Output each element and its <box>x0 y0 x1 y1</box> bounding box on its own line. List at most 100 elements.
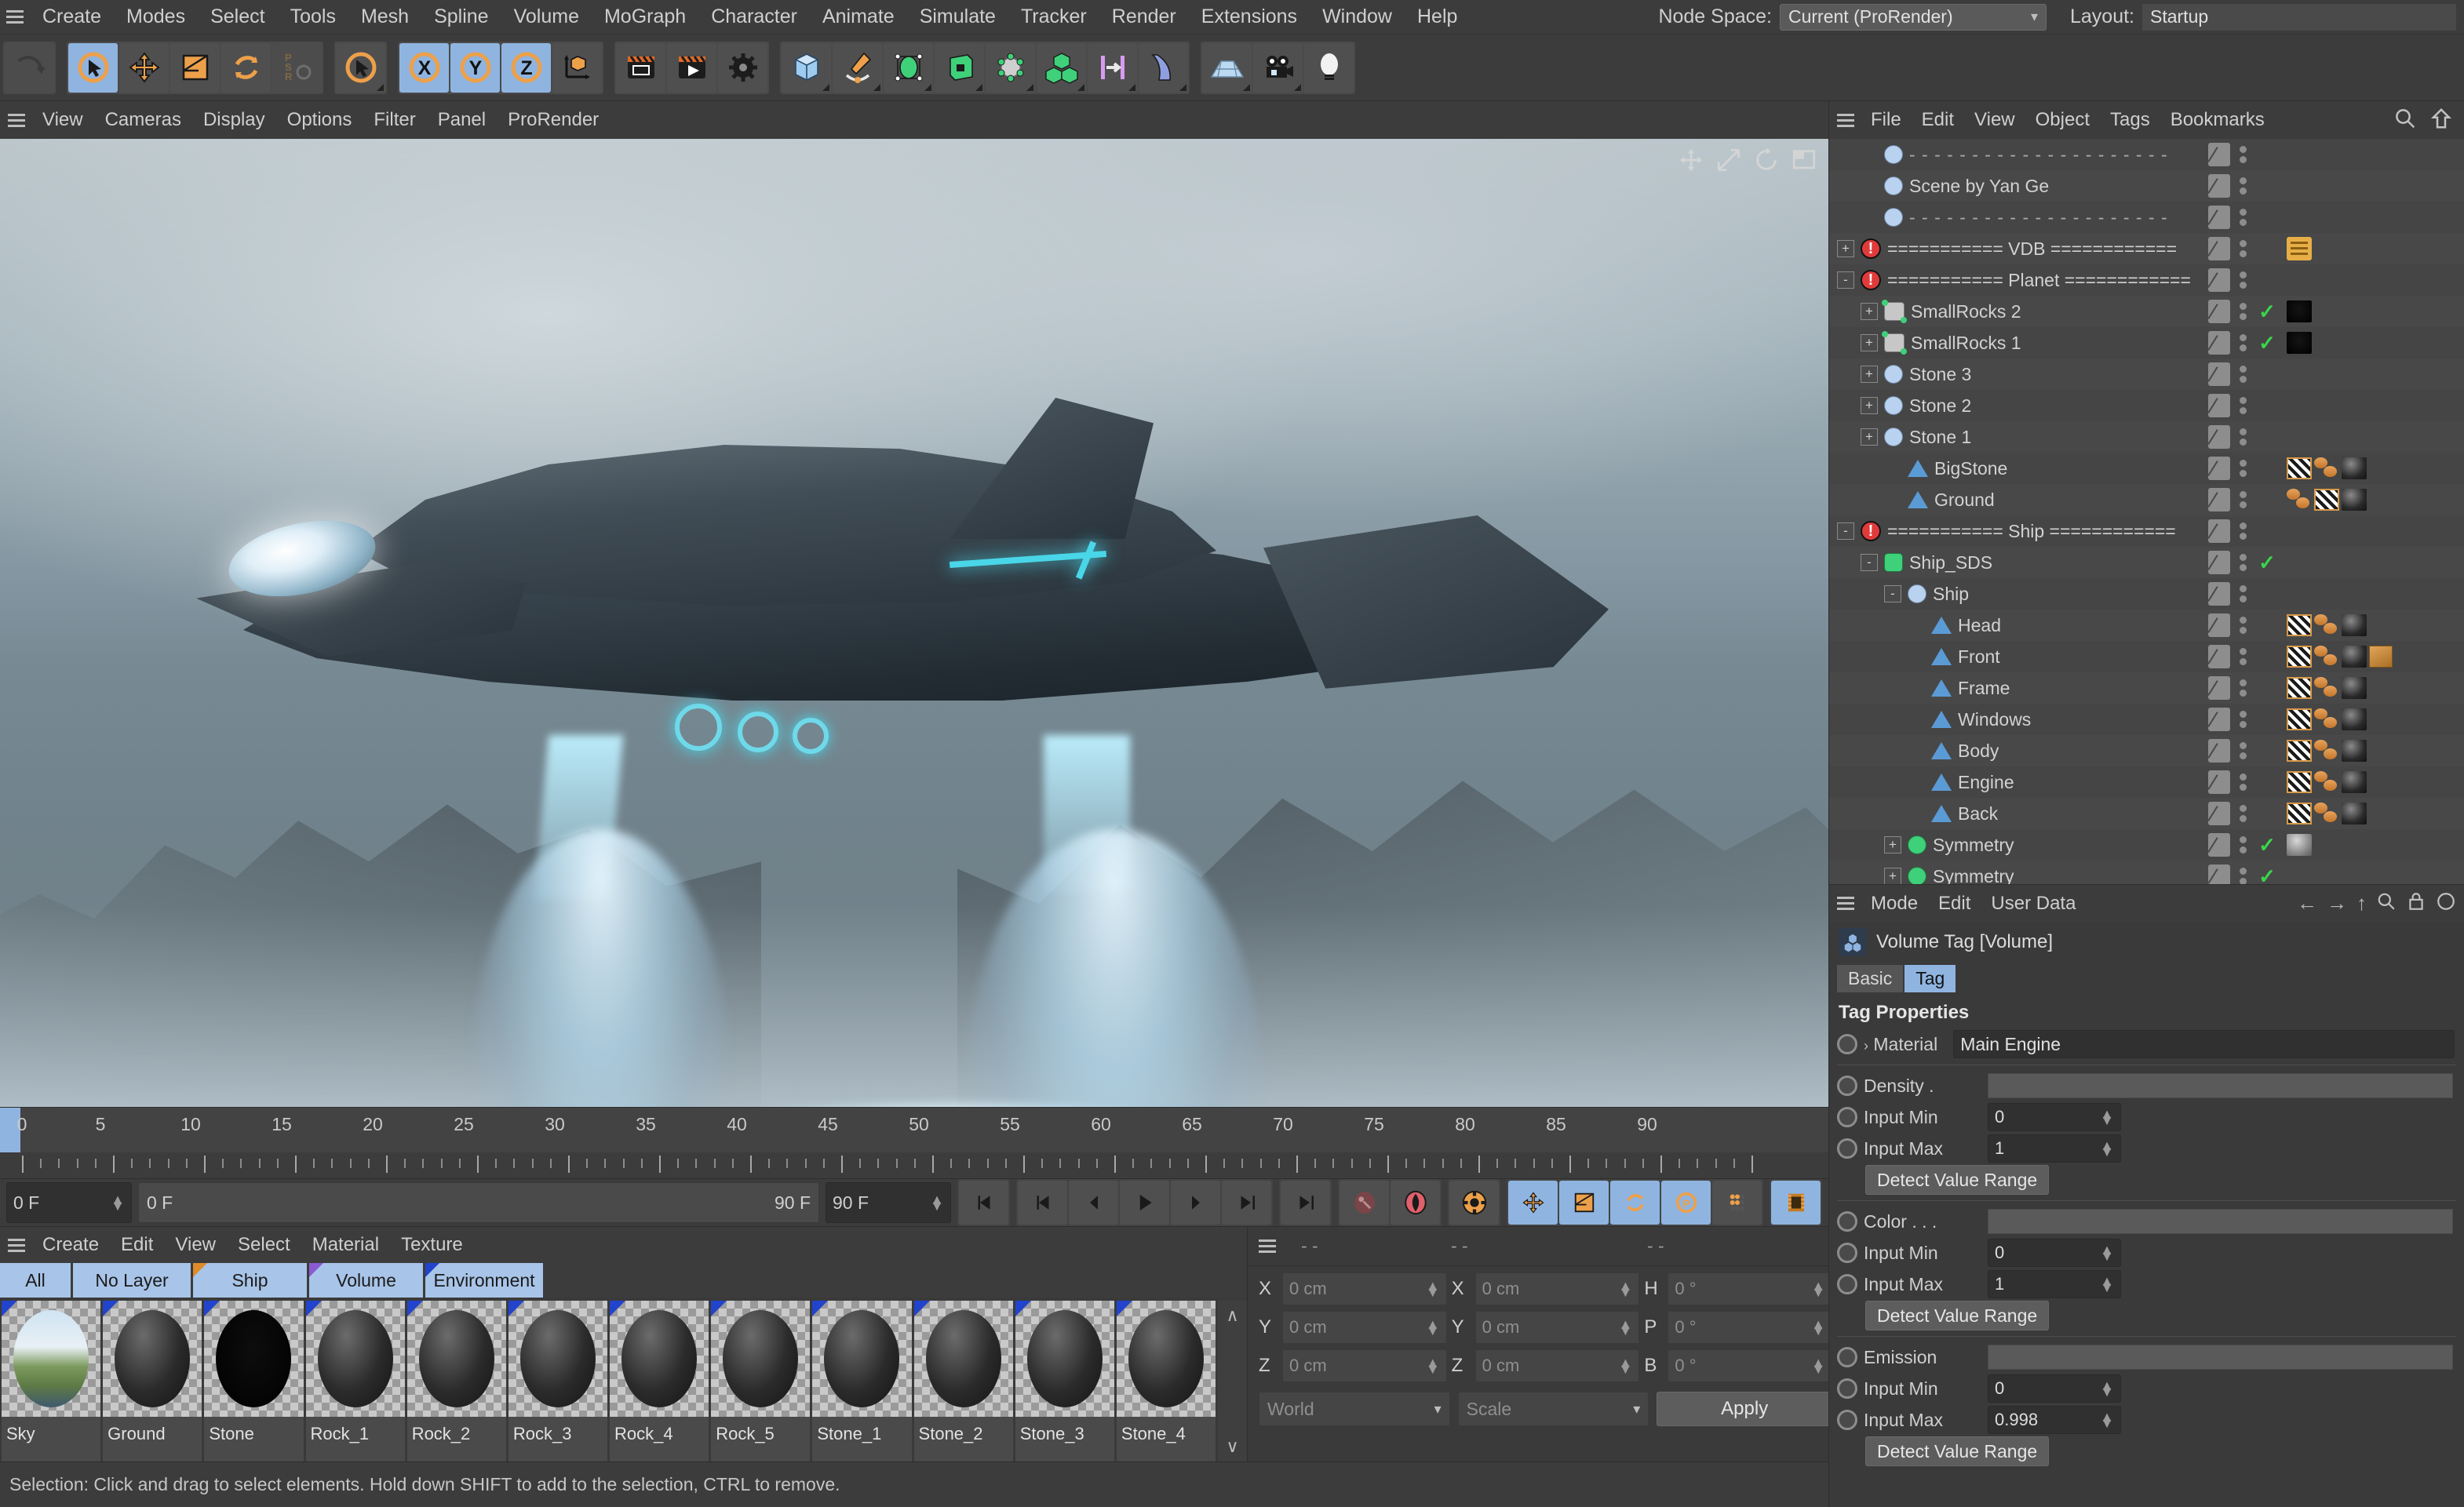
visibility-dots-icon[interactable] <box>2235 146 2251 163</box>
object-row[interactable]: + SmallRocks 1 ✓ <box>1829 327 2464 359</box>
layer-sw-icon[interactable] <box>2208 519 2230 543</box>
material-menu-hamburger-icon[interactable] <box>8 1236 25 1255</box>
visibility-dots-icon[interactable] <box>2235 679 2251 697</box>
input-max-anim-dot[interactable] <box>1837 1138 1857 1159</box>
layer-sw-icon[interactable] <box>2208 237 2230 260</box>
timeline-ruler[interactable]: 0 5 10 15 20 25 30 35 40 45 50 55 60 65 … <box>0 1107 1828 1153</box>
uvw-tag-icon[interactable] <box>2287 771 2312 793</box>
layer-sw-icon[interactable] <box>2208 739 2230 763</box>
visibility-dots-icon[interactable] <box>2235 585 2251 602</box>
scale-key-button[interactable] <box>1559 1181 1609 1225</box>
autokey-button[interactable] <box>1391 1181 1440 1225</box>
layer-sw-icon[interactable] <box>2208 362 2230 386</box>
scroll-down-icon[interactable]: ∨ <box>1227 1436 1239 1457</box>
layer-sw-icon[interactable] <box>2208 174 2230 198</box>
material-cell[interactable]: Ground <box>103 1301 202 1461</box>
material-tag-icon[interactable] <box>2287 834 2312 856</box>
material-cell[interactable]: Stone_4 <box>1116 1301 1216 1461</box>
step-forward-button[interactable] <box>1171 1181 1220 1225</box>
object-row[interactable]: Back <box>1829 798 2464 829</box>
menu-item-render[interactable]: Render <box>1099 5 1189 28</box>
viewport-menu-hamburger-icon[interactable] <box>8 111 25 130</box>
spinner-icon[interactable]: ▲ ▼ <box>2100 1410 2114 1430</box>
input-min-anim-dot[interactable] <box>1837 1378 1857 1399</box>
expand-toggle-icon[interactable]: + <box>1861 366 1878 383</box>
input-min-anim-dot[interactable] <box>1837 1243 1857 1263</box>
light-icon[interactable] <box>1304 42 1354 93</box>
layer-sw-icon[interactable] <box>2208 331 2230 355</box>
spinner-icon[interactable]: ▲ ▼ <box>1426 1279 1440 1299</box>
object-row[interactable]: + Stone 1 <box>1829 421 2464 453</box>
menu-item-tools[interactable]: Tools <box>278 5 348 28</box>
visibility-dots-icon[interactable] <box>2235 774 2251 791</box>
visibility-dots-icon[interactable] <box>2235 836 2251 854</box>
visibility-dots-icon[interactable] <box>2235 491 2251 508</box>
uvw-tag-icon[interactable] <box>2287 677 2312 699</box>
material-cell[interactable]: Rock_3 <box>508 1301 608 1461</box>
input-max-anim-dot[interactable] <box>1837 1274 1857 1294</box>
layer-sw-icon[interactable] <box>2208 582 2230 606</box>
layer-sw-icon[interactable] <box>2208 143 2230 166</box>
field-icon[interactable] <box>1088 42 1137 93</box>
phong-tag-icon[interactable] <box>2314 771 2339 793</box>
spinner-icon[interactable]: ▲ ▼ <box>1426 1317 1440 1338</box>
rotation-b-field[interactable]: 0 ° ▲ ▼ <box>1668 1349 1833 1382</box>
attribute-manager-hamburger-icon[interactable] <box>1837 894 1854 913</box>
uvw-tag-icon[interactable] <box>2287 646 2312 668</box>
object-row[interactable]: Head <box>1829 610 2464 641</box>
phong-tag-icon[interactable] <box>2314 677 2339 699</box>
spinner-icon[interactable]: ▲ ▼ <box>111 1192 125 1213</box>
current-frame-field[interactable]: 0 F ▲ ▼ <box>6 1182 132 1223</box>
uvw-tag-icon[interactable] <box>2314 489 2339 511</box>
menu-item-mesh[interactable]: Mesh <box>348 5 421 28</box>
viewport-maximize-icon[interactable] <box>1791 147 1817 177</box>
layer-sw-icon[interactable] <box>2208 613 2230 637</box>
channel-link-field[interactable] <box>1988 1073 2453 1098</box>
mograph-icon[interactable] <box>986 42 1035 93</box>
object-row[interactable]: + Symmetry ✓ <box>1829 861 2464 884</box>
spinner-icon[interactable]: ▲ ▼ <box>1811 1356 1825 1376</box>
object-menu-bookmarks[interactable]: Bookmarks <box>2160 109 2275 131</box>
expand-toggle-icon[interactable]: + <box>1861 334 1878 351</box>
material-cell[interactable]: Stone <box>204 1301 304 1461</box>
object-row[interactable]: Frame <box>1829 672 2464 704</box>
material-tag-icon[interactable] <box>2342 489 2367 511</box>
layer-sw-icon[interactable] <box>2208 865 2230 884</box>
menu-item-volume[interactable]: Volume <box>501 5 592 28</box>
enabled-check-icon[interactable]: ✓ <box>2258 833 2276 857</box>
main-menu-hamburger-icon[interactable] <box>6 7 24 27</box>
object-menu-file[interactable]: File <box>1861 109 1912 131</box>
point-key-button[interactable] <box>1712 1181 1762 1225</box>
layer-tab-ship[interactable]: Ship <box>193 1263 307 1298</box>
visibility-dots-icon[interactable] <box>2235 711 2251 728</box>
go-to-start-button[interactable] <box>959 1181 1008 1225</box>
visibility-dots-icon[interactable] <box>2235 428 2251 446</box>
object-row[interactable]: BigStone <box>1829 453 2464 484</box>
layer-tab-volume[interactable]: Volume <box>309 1263 423 1298</box>
phong-tag-icon[interactable] <box>2314 614 2339 636</box>
material-menu-select[interactable]: Select <box>227 1234 301 1256</box>
input-max-anim-dot[interactable] <box>1837 1410 1857 1430</box>
z-axis-icon[interactable]: Z <box>501 42 551 93</box>
expand-toggle-icon[interactable]: - <box>1861 554 1878 571</box>
enabled-check-icon[interactable]: ✓ <box>2258 300 2276 323</box>
detect-value-range-button[interactable]: Detect Value Range <box>1865 1165 2050 1195</box>
object-row[interactable]: Ground <box>1829 484 2464 515</box>
detect-value-range-button[interactable]: Detect Value Range <box>1865 1301 2050 1330</box>
coordinate-mode-select[interactable]: Scale ▾ <box>1457 1392 1649 1426</box>
material-tag-icon[interactable] <box>2342 740 2367 762</box>
node-space-select[interactable]: Current (ProRender) ▾ <box>1779 3 2047 31</box>
channel-anim-dot[interactable] <box>1837 1347 1857 1367</box>
render-view-icon[interactable] <box>616 42 665 93</box>
viewport-scale-icon[interactable] <box>1715 147 1742 177</box>
object-row[interactable]: Scene by Yan Ge <box>1829 170 2464 202</box>
param-key-button[interactable]: P <box>1661 1181 1711 1225</box>
lock-icon[interactable] <box>2401 891 2431 915</box>
layer-sw-icon[interactable] <box>2208 457 2230 480</box>
material-scrollbar[interactable]: ∧ ∨ <box>1218 1301 1247 1461</box>
viewport-3d[interactable] <box>0 139 1828 1107</box>
expand-toggle-icon[interactable]: + <box>1861 303 1878 320</box>
input-min-field[interactable]: 0 ▲ ▼ <box>1988 1239 2121 1267</box>
material-tag-icon[interactable] <box>2342 708 2367 730</box>
object-manager-hamburger-icon[interactable] <box>1837 111 1854 130</box>
